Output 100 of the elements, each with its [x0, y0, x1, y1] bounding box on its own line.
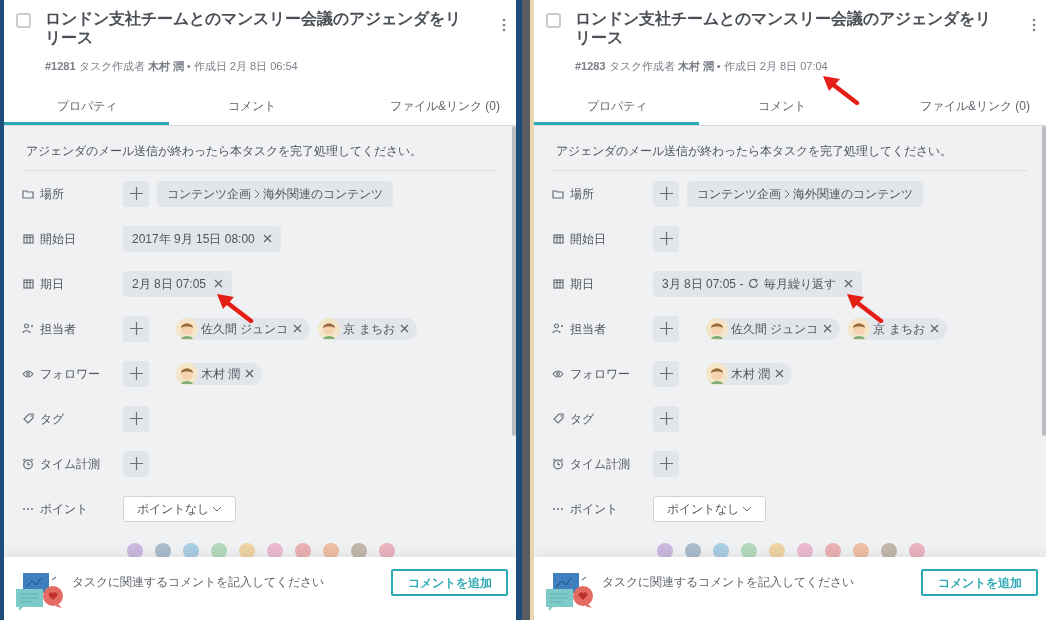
- close-icon[interactable]: [929, 324, 939, 333]
- add-button[interactable]: [123, 180, 149, 207]
- tab[interactable]: ファイル&リンク (0): [334, 89, 516, 125]
- property-label: 期日: [40, 275, 64, 293]
- tag-icon: [22, 413, 34, 424]
- repeat-icon: [748, 278, 760, 289]
- avatar-icon: [848, 317, 871, 340]
- folder-icon: [22, 188, 34, 199]
- close-icon[interactable]: [775, 369, 785, 378]
- property-label: タイム計測: [40, 455, 100, 473]
- property-label: 担当者: [570, 320, 606, 338]
- avatar-icon: [706, 362, 728, 385]
- property-label: 開始日: [570, 230, 606, 248]
- task-title: ロンドン支社チームとのマンスリー会議のアジェンダをリリース: [45, 9, 462, 47]
- points-select[interactable]: ポイントなし: [653, 495, 766, 522]
- tab[interactable]: コメント: [169, 89, 335, 125]
- close-icon[interactable]: [823, 324, 833, 333]
- date-text: 2月 8日 07:05: [132, 275, 207, 293]
- person-chip[interactable]: 佐久間 ジュンコ: [176, 317, 311, 340]
- add-button[interactable]: [653, 360, 679, 387]
- arrow-annotation: [216, 292, 255, 323]
- folder-icon: [552, 188, 564, 199]
- plus-icon: [659, 232, 673, 245]
- task-checkbox[interactable]: [546, 13, 561, 28]
- points-select[interactable]: ポイントなし: [123, 495, 236, 522]
- date-chip[interactable]: 3月 8日 07:05 - 毎月繰り返す: [653, 270, 863, 297]
- person-chip[interactable]: 木村 潤: [176, 362, 263, 385]
- person-name: 佐久間 ジュンコ: [201, 320, 289, 338]
- eye-icon: [22, 369, 34, 378]
- close-icon[interactable]: [245, 369, 255, 378]
- close-icon[interactable]: [214, 279, 224, 288]
- add-button[interactable]: [123, 450, 149, 477]
- path-text: コンテンツ企画: [167, 185, 251, 203]
- close-icon[interactable]: [293, 324, 303, 333]
- add-button[interactable]: [653, 225, 679, 252]
- plus-icon: [659, 322, 673, 335]
- avatar-icon: [706, 317, 728, 340]
- avatar-icon: [176, 362, 198, 385]
- chevron-right-icon: [784, 188, 790, 199]
- chat-bubbles-drawing: [14, 571, 64, 613]
- person-icon: [22, 323, 34, 334]
- arrow-annotation: [821, 75, 860, 105]
- add-button[interactable]: [123, 405, 149, 432]
- task-checkbox[interactable]: [16, 13, 31, 28]
- person-chip[interactable]: 木村 潤: [706, 362, 793, 385]
- scrollbar[interactable]: [512, 126, 516, 436]
- plus-icon: [129, 322, 143, 335]
- add-button[interactable]: [123, 315, 149, 342]
- more-menu-icon[interactable]: [502, 18, 506, 32]
- more-menu-icon[interactable]: [1032, 18, 1036, 32]
- task-meta: #1283 タスク作成者 木村 潤 • 作成日 2月 8日 07:04: [575, 60, 828, 72]
- property-label: タグ: [570, 410, 594, 428]
- person-name: 木村 潤: [201, 365, 241, 383]
- add-button[interactable]: [653, 180, 679, 207]
- person-chip[interactable]: 佐久間 ジュンコ: [706, 317, 841, 340]
- close-icon[interactable]: [262, 234, 272, 243]
- property-label: フォロワー: [570, 365, 630, 383]
- avatar-icon: [176, 317, 198, 340]
- path-text: コンテンツ企画: [697, 185, 781, 203]
- plus-icon: [129, 457, 143, 470]
- task-title: ロンドン支社チームとのマンスリー会議のアジェンダをリリース: [575, 9, 992, 47]
- person-chip[interactable]: 京 まちお: [848, 317, 947, 340]
- chevron-right-icon: [254, 188, 260, 199]
- add-button[interactable]: [653, 450, 679, 477]
- date-chip[interactable]: 2017年 9月 15日 08:00: [123, 225, 281, 252]
- calendar-icon: [22, 278, 34, 289]
- plus-icon: [129, 412, 143, 425]
- property-label: 担当者: [40, 320, 76, 338]
- date-text: 2017年 9月 15日 08:00: [132, 230, 255, 248]
- alarm-clock-icon: [552, 457, 564, 470]
- close-icon[interactable]: [844, 279, 854, 288]
- property-label: タイム計測: [570, 455, 630, 473]
- location-chip[interactable]: コンテンツ企画 海外関連のコンテンツ: [157, 180, 393, 207]
- add-button[interactable]: [653, 405, 679, 432]
- calendar-icon: [552, 233, 564, 244]
- property-label: 場所: [570, 185, 594, 203]
- task-meta: #1281 タスク作成者 木村 潤 • 作成日 2月 8日 06:54: [45, 60, 298, 72]
- chevron-down-icon: [212, 505, 222, 512]
- person-chip[interactable]: 京 まちお: [318, 317, 417, 340]
- task-description: アジェンダのメール送信が終わったら本タスクを完了処理してください。: [25, 143, 423, 160]
- plus-icon: [129, 367, 143, 380]
- add-button[interactable]: [123, 360, 149, 387]
- scrollbar[interactable]: [1042, 126, 1046, 436]
- calendar-icon: [552, 278, 564, 289]
- person-name: 佐久間 ジュンコ: [731, 320, 819, 338]
- plus-icon: [659, 457, 673, 470]
- plus-icon: [659, 367, 673, 380]
- arrow-annotation: [846, 292, 885, 323]
- repeat-text: 毎月繰り返す: [764, 275, 837, 293]
- dots-icon: [552, 506, 564, 511]
- date-chip[interactable]: 2月 8日 07:05: [123, 270, 233, 297]
- tab[interactable]: コメント: [699, 89, 865, 125]
- calendar-icon: [22, 233, 34, 244]
- location-chip[interactable]: コンテンツ企画 海外関連のコンテンツ: [687, 180, 923, 207]
- close-icon[interactable]: [399, 324, 409, 333]
- add-button[interactable]: [653, 315, 679, 342]
- plus-icon: [129, 187, 143, 200]
- tab[interactable]: ファイル&リンク (0): [864, 89, 1046, 125]
- property-label: 場所: [40, 185, 64, 203]
- person-icon: [552, 323, 564, 334]
